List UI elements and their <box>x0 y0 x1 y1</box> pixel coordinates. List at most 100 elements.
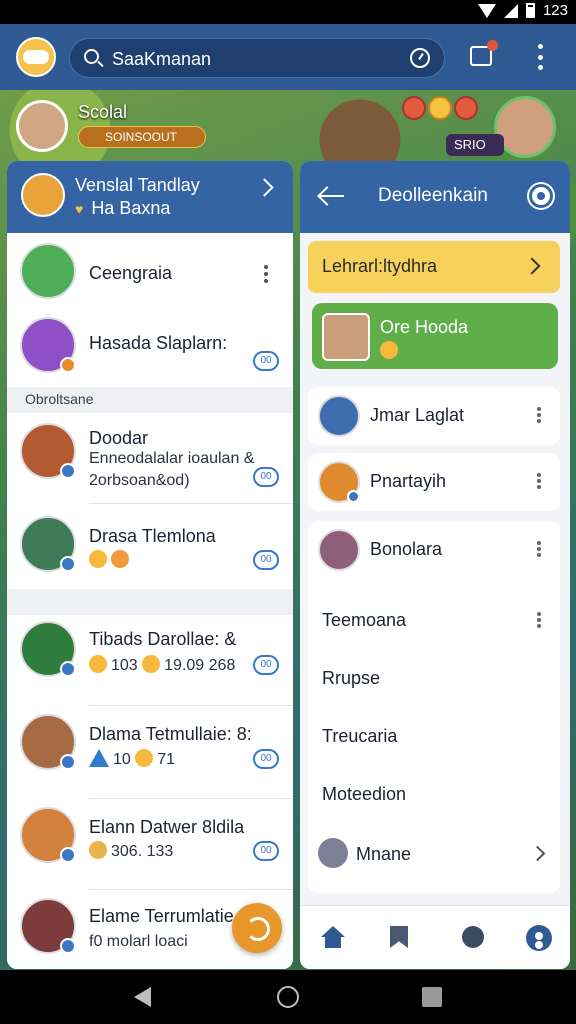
chat-preview: f0 molarl loaci <box>89 933 188 950</box>
wifi-icon <box>477 3 496 18</box>
read-receipt-icon: 00 <box>253 841 279 861</box>
avatar <box>318 529 360 571</box>
avatar <box>20 898 76 954</box>
group-avatar <box>21 173 65 217</box>
avatar <box>20 807 76 863</box>
chat-row[interactable]: Ceengraia <box>7 233 293 309</box>
bookmark-icon[interactable] <box>386 926 412 950</box>
active-user-card[interactable]: Ore Hooda <box>312 303 558 369</box>
app-bar: SaaKmanan <box>0 24 576 90</box>
chat-list-panel: Venslal Tandlay Ha Baxna Ceengraia Hasad… <box>7 161 293 969</box>
notification-icon[interactable] <box>470 40 498 66</box>
more-icon[interactable] <box>264 265 269 283</box>
player-badge: SOINSOOUT <box>78 126 206 148</box>
read-receipt-icon: 00 <box>253 749 279 769</box>
player-avatar <box>16 100 68 152</box>
home-icon[interactable] <box>320 926 346 950</box>
player-name: Scolal <box>78 102 128 122</box>
chat-name: Tibads Darollae: & <box>89 629 237 649</box>
avatar <box>20 621 76 677</box>
more-icon[interactable] <box>537 407 542 423</box>
chat-row[interactable]: Elann Datwer 8ldila 306. 133 00 <box>7 799 293 889</box>
avatar <box>20 516 76 572</box>
profile-icon[interactable] <box>526 925 552 951</box>
notification-dot <box>487 40 498 51</box>
emoji-icon <box>111 550 129 568</box>
battery-icon <box>525 3 535 18</box>
hud-emoji-bar <box>402 96 478 120</box>
menu-item[interactable]: Teemoana <box>322 610 406 631</box>
menu-item[interactable]: Treucaria <box>322 726 397 747</box>
avatar <box>318 395 360 437</box>
system-back-icon[interactable] <box>134 987 151 1007</box>
search-text: SaaKmanan <box>112 49 212 69</box>
emoji-icon <box>454 96 478 120</box>
chat-name: Dlama Tetmullaie: 8: <box>89 724 252 744</box>
emoji-icon <box>428 96 452 120</box>
more-icon[interactable] <box>537 541 542 557</box>
system-recents-icon[interactable] <box>422 987 442 1007</box>
app-logo-avatar[interactable] <box>16 37 56 77</box>
manage-label[interactable]: Mnane <box>356 844 411 865</box>
signal-icon <box>503 3 518 18</box>
friend-item[interactable]: Jmar Laglat <box>308 387 560 445</box>
emoji-row <box>89 550 133 572</box>
status-time: 123 <box>542 2 568 19</box>
section-label: Obroltsane <box>7 387 293 413</box>
manage-icon <box>318 838 348 868</box>
chat-name: Doodar <box>89 428 149 448</box>
more-icon[interactable] <box>537 473 542 489</box>
more-menu-icon[interactable] <box>538 44 544 70</box>
menu-card: Bonolara <box>308 521 560 893</box>
search-bar[interactable]: SaaKmanan <box>69 38 445 78</box>
emoji-icon <box>89 550 107 568</box>
bottom-nav <box>300 905 570 969</box>
chat-row[interactable]: Doodar Enneodalalar ioaulan & 2orbsoan&o… <box>7 413 293 503</box>
emoji-icon <box>89 655 107 673</box>
chat-row[interactable]: Hasada Slaplarn: 00 <box>7 309 293 387</box>
gear-icon[interactable] <box>532 187 550 205</box>
friend-card[interactable]: Pnartayih <box>308 453 560 511</box>
more-icon[interactable] <box>537 612 542 628</box>
chat-preview: 2orbsoan&od) <box>89 472 190 489</box>
chevron-right-icon <box>523 257 541 275</box>
back-arrow-icon[interactable] <box>320 195 344 197</box>
friend-name: Pnartayih <box>370 471 447 491</box>
read-receipt-icon: 00 <box>253 351 279 371</box>
menu-header: Deolleenkain <box>300 161 570 233</box>
group-header[interactable]: Venslal Tandlay Ha Baxna <box>7 161 293 233</box>
read-receipt-icon: 00 <box>253 550 279 570</box>
chat-meta: 10 71 <box>89 749 175 771</box>
chat-name: Drasa Tlemlona <box>89 526 216 546</box>
opponent-badge: SRIO <box>446 134 504 156</box>
search-icon <box>84 49 99 64</box>
chat-meta: 306. 133 <box>89 841 173 863</box>
emoji-icon <box>380 341 402 361</box>
avatar <box>20 714 76 770</box>
system-home-icon[interactable] <box>277 986 299 1008</box>
avatar <box>20 317 76 373</box>
clock-icon[interactable] <box>410 48 430 68</box>
friend-name: Bonolara <box>370 539 443 559</box>
menu-item[interactable]: Moteedion <box>322 784 406 805</box>
group-title: Venslal Tandlay <box>75 175 200 195</box>
chat-row[interactable]: Dlama Tetmullaie: 8: 10 71 00 <box>7 706 293 798</box>
friend-card[interactable]: Jmar Laglat <box>308 387 560 445</box>
chevron-right-icon[interactable] <box>255 178 274 197</box>
read-receipt-icon: 00 <box>253 655 279 675</box>
avatar <box>20 423 76 479</box>
chat-row[interactable]: Tibads Darollae: & 103 19.09 268 00 <box>7 615 293 705</box>
friend-item[interactable]: Pnartayih <box>308 453 560 511</box>
emoji-icon <box>89 841 107 859</box>
featured-card[interactable]: Lehrarl:ltydhra <box>308 241 560 293</box>
chat-row[interactable]: Drasa Tlemlona 00 <box>7 504 293 589</box>
friend-item[interactable]: Bonolara <box>308 521 560 579</box>
read-receipt-icon: 00 <box>253 467 279 487</box>
avatar <box>322 313 370 361</box>
chat-icon[interactable] <box>460 926 486 950</box>
status-bar: 123 <box>0 0 576 24</box>
menu-item[interactable]: Rrupse <box>322 668 380 689</box>
refresh-fab-button[interactable] <box>232 903 282 953</box>
active-user-label: Ore Hooda <box>380 317 469 337</box>
friend-name: Jmar Laglat <box>370 405 465 425</box>
